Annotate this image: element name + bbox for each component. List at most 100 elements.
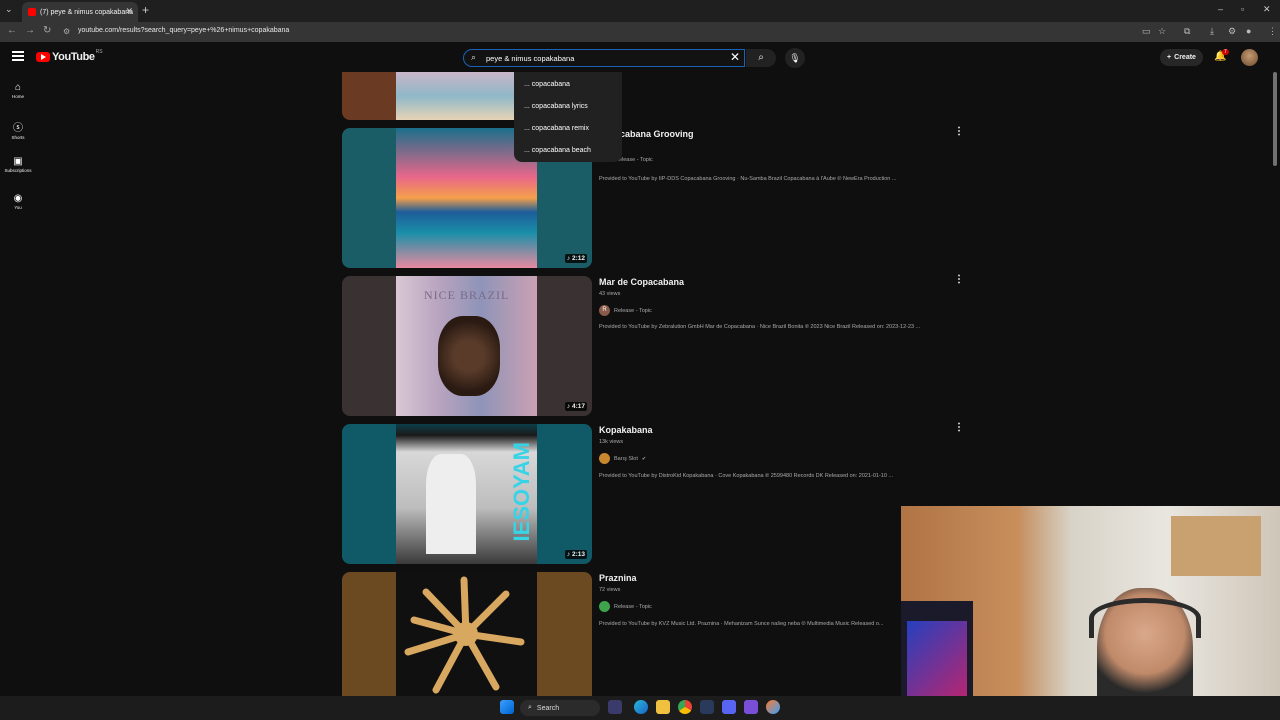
view-count: 13k views xyxy=(599,439,624,445)
channel-link[interactable]: R Release - Topic xyxy=(599,305,652,316)
video-title[interactable]: Kopakabana xyxy=(599,425,653,435)
new-tab-icon[interactable]: + xyxy=(142,3,149,17)
minimize-icon[interactable]: – xyxy=(1218,4,1223,14)
search-button[interactable]: ⌕ xyxy=(746,49,776,67)
widgets-icon[interactable] xyxy=(608,700,622,714)
thumbnail-art-text: NICE BRAZIL xyxy=(424,288,510,302)
video-thumbnail[interactable]: IESOYAM ♪ 2:13 xyxy=(342,424,592,564)
extensions-icon[interactable]: ⧉ xyxy=(1184,26,1190,37)
start-windows-icon[interactable] xyxy=(500,700,514,714)
youtube-logo[interactable]: YouTube RS xyxy=(36,49,103,63)
maximize-icon[interactable]: ▫ xyxy=(1241,4,1244,14)
channel-avatar xyxy=(599,601,610,612)
video-title[interactable]: Mar de Copacabana xyxy=(599,277,684,287)
site-info-icon[interactable]: ⚙ xyxy=(63,27,70,36)
bookmark-star-icon[interactable]: ☆ xyxy=(1158,26,1166,37)
notification-badge: 7 xyxy=(1222,49,1229,55)
channel-avatar xyxy=(599,453,610,464)
browser-tab[interactable]: (7) peye & nimus copakabana ✕ xyxy=(22,2,138,22)
thumbnail-art xyxy=(396,572,537,696)
clear-search-icon[interactable]: ✕ xyxy=(730,50,740,64)
suggestion-item[interactable]: ... copacabana lyrics xyxy=(524,103,588,110)
profile-icon[interactable]: ● xyxy=(1246,26,1251,36)
search-suggestions-dropdown: ... copacabana ... copacabana lyrics ...… xyxy=(514,72,622,162)
thumbnail-art-text: IESOYAM xyxy=(509,442,534,542)
video-duration: ♪ 2:13 xyxy=(564,550,587,559)
discord-icon[interactable] xyxy=(722,700,736,714)
channel-link[interactable]: Barış Slot ✔ xyxy=(599,453,646,464)
more-actions-icon[interactable]: ⋮ xyxy=(954,274,964,285)
wall-shelf xyxy=(1171,516,1261,576)
sidebar-item-subscriptions[interactable]: ▣ Subscriptions xyxy=(0,156,36,173)
video-thumbnail[interactable] xyxy=(342,572,592,696)
suggestion-item[interactable]: ... copacabana beach xyxy=(524,147,591,154)
video-description: Provided to YouTube by Zebralution GmbH … xyxy=(599,324,921,330)
sidebar-item-you[interactable]: ◉ You xyxy=(0,193,36,210)
create-button[interactable]: + Create xyxy=(1160,49,1203,66)
youtube-favicon-icon xyxy=(28,8,36,16)
view-count: 72 views xyxy=(599,587,621,593)
search-input[interactable]: ⌕ peye & nimus copakabana ✕ xyxy=(463,49,745,67)
search-icon: ⌕ xyxy=(471,52,477,62)
youtube-header: YouTube RS ⌕ peye & nimus copakabana ✕ ⌕… xyxy=(0,42,1280,72)
video-title[interactable]: Praznina xyxy=(599,573,637,583)
sidebar-item-shorts[interactable]: ⓢ Shorts xyxy=(0,119,36,140)
view-count: 43 views xyxy=(599,291,621,297)
cast-icon[interactable]: ▭ xyxy=(1142,26,1151,37)
chrome-browser-icon[interactable] xyxy=(678,700,692,714)
twitch-icon[interactable] xyxy=(744,700,758,714)
sun-drawing xyxy=(404,576,525,694)
sidebar-item-home[interactable]: ⌂ Home xyxy=(0,82,36,99)
person-figure xyxy=(426,454,476,554)
video-duration: ♪ 4:17 xyxy=(564,402,587,411)
portrait-figure xyxy=(438,316,500,396)
hamburger-menu-icon[interactable] xyxy=(12,51,24,61)
video-duration: ♪ 2:12 xyxy=(564,254,587,263)
more-actions-icon[interactable]: ⋮ xyxy=(954,126,964,137)
file-explorer-icon[interactable] xyxy=(656,700,670,714)
channel-link[interactable]: Release - Topic xyxy=(599,601,652,612)
verified-check-icon: ✔ xyxy=(641,455,647,462)
search-button-icon: ⌕ xyxy=(758,52,764,63)
thumbnail-art: IESOYAM xyxy=(396,424,537,564)
search-value: peye & nimus copakabana xyxy=(486,54,575,63)
you-icon: ◉ xyxy=(13,193,23,204)
edge-browser-icon[interactable] xyxy=(634,700,648,714)
suggestion-item[interactable]: ... copacabana remix xyxy=(524,125,589,132)
video-description: Provided to YouTube by IIP-DDS Copacaban… xyxy=(599,176,897,182)
webcam-overlay xyxy=(901,506,1280,720)
address-bar: ← → ↻ ⚙ youtube.com/results?search_query… xyxy=(0,22,1280,42)
headphones xyxy=(1089,598,1201,638)
browser-menu-icon[interactable]: ⋮ xyxy=(1268,26,1277,37)
channel-avatar: R xyxy=(599,305,610,316)
forward-icon[interactable]: → xyxy=(25,25,35,36)
video-thumbnail[interactable]: NICE BRAZIL ♪ 4:17 xyxy=(342,276,592,416)
obs-icon[interactable] xyxy=(766,700,780,714)
shorts-icon: ⓢ xyxy=(13,123,23,134)
close-window-icon[interactable]: ✕ xyxy=(1263,4,1271,15)
video-description: Provided to YouTube by KVZ Music Ltd. Pr… xyxy=(599,621,884,627)
taskbar-search[interactable]: ⌕ Search xyxy=(520,700,600,716)
more-actions-icon[interactable]: ⋮ xyxy=(954,422,964,433)
windows-taskbar: ⌕ Search xyxy=(0,696,1280,720)
download-icon[interactable]: ⤓ xyxy=(1210,26,1214,37)
tab-list-chevron-icon[interactable]: ⌄ xyxy=(5,4,13,15)
url-field[interactable]: youtube.com/results?search_query=peye+%2… xyxy=(78,27,289,34)
reload-icon[interactable]: ↻ xyxy=(43,25,51,36)
back-icon[interactable]: ← xyxy=(7,25,17,36)
subscriptions-icon: ▣ xyxy=(13,156,23,167)
scrollbar-thumb[interactable] xyxy=(1273,72,1277,166)
rgb-glow xyxy=(907,621,967,701)
account-avatar[interactable] xyxy=(1241,49,1258,66)
search-icon: ⌕ xyxy=(528,704,532,711)
youtube-play-icon xyxy=(36,52,50,62)
steam-icon[interactable] xyxy=(700,700,714,714)
video-title[interactable]: cabana Grooving xyxy=(620,129,694,139)
plus-icon: + xyxy=(1167,54,1172,61)
tab-close-icon[interactable]: ✕ xyxy=(125,6,133,17)
home-icon: ⌂ xyxy=(14,82,22,93)
voice-search-mic-icon[interactable]: 🎙 xyxy=(785,48,805,68)
suggestion-item[interactable]: ... copacabana xyxy=(524,81,570,88)
settings-icon[interactable]: ⚙ xyxy=(1228,26,1236,37)
tab-title: (7) peye & nimus copakabana xyxy=(40,8,133,16)
